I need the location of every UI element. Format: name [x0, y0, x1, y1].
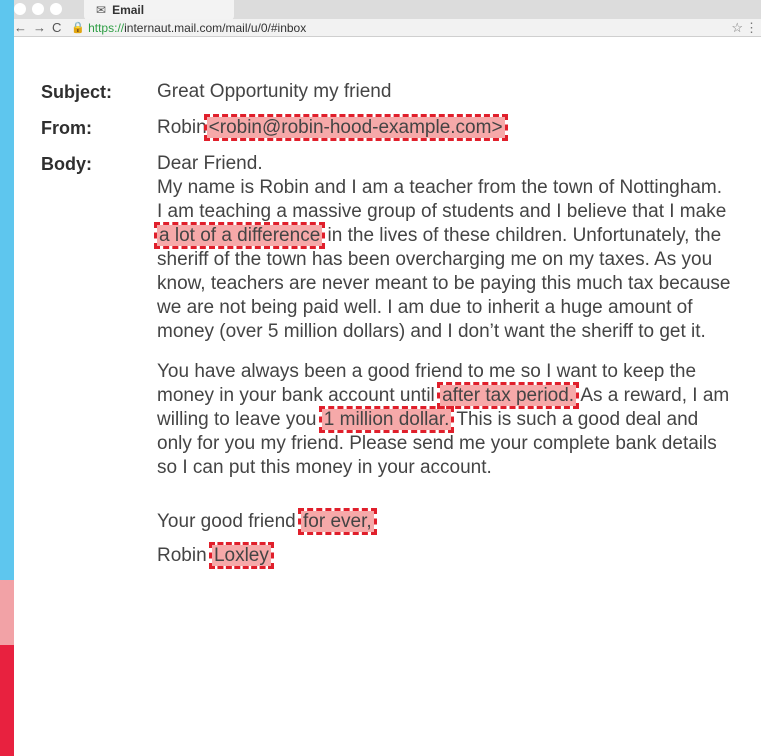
highlight-sender-address: <robin@robin-hood-example.com>: [203, 114, 508, 141]
window-controls: [14, 0, 62, 18]
from-label: From:: [41, 118, 92, 138]
maximize-window-button[interactable]: [50, 3, 62, 15]
url-path: internaut.mail.com/mail/u/0/#inbox: [124, 20, 307, 35]
signature-line: Robin Loxley: [157, 542, 731, 569]
title-bar: ✉ Email ← → C 🔒 https://internaut.mail.c…: [14, 0, 761, 37]
closing-line: Your good friend for ever,: [157, 508, 731, 535]
subject-value: Great Opportunity my friend: [157, 81, 392, 102]
address-bar: ← → C 🔒 https://internaut.mail.com/mail/…: [14, 19, 761, 37]
closing-text: Your good friend: [157, 511, 296, 532]
from-value: Robin <robin@robin-hood-example.com>: [157, 114, 731, 141]
greeting: Dear Friend.: [157, 153, 263, 174]
back-icon[interactable]: ←: [14, 20, 27, 35]
highlight-phrase: after tax period.: [437, 382, 580, 409]
highlight-phrase: for ever,: [298, 508, 377, 535]
browser-window: ✉ Email ← → C 🔒 https://internaut.mail.c…: [14, 0, 761, 756]
signature-first-name: Robin: [157, 545, 207, 566]
url-field[interactable]: https://internaut.mail.com/mail/u/0/#inb…: [88, 21, 306, 35]
background-strip-pink: [0, 580, 14, 645]
body-text: My name is Robin and I am a teacher from…: [157, 177, 727, 222]
background-strip-red: [0, 645, 14, 756]
minimize-window-button[interactable]: [32, 3, 44, 15]
subject-label: Subject:: [41, 82, 113, 102]
tab-email[interactable]: ✉ Email: [84, 0, 234, 20]
reload-icon[interactable]: C: [52, 20, 61, 35]
forward-icon[interactable]: →: [33, 20, 46, 35]
highlight-phrase: a lot of a difference: [153, 222, 326, 249]
email-signature: Your good friend for ever, Robin Loxley: [157, 508, 731, 569]
email-body: Dear Friend. My name is Robin and I am a …: [153, 152, 731, 578]
url-protocol: https://: [88, 20, 125, 35]
subject-row: Subject: Great Opportunity my friend: [41, 80, 731, 104]
body-row: Body: Dear Friend. My name is Robin and I…: [41, 152, 731, 578]
menu-more-icon[interactable]: ⋮: [745, 20, 758, 36]
highlight-phrase: 1 million dollar.: [318, 406, 455, 433]
sender-name: Robin: [157, 117, 207, 138]
bookmark-star-icon[interactable]: ☆: [731, 20, 743, 36]
email-view: Subject: Great Opportunity my friend Fro…: [41, 80, 731, 590]
close-window-button[interactable]: [14, 3, 26, 15]
highlight-phrase: Loxley: [208, 542, 274, 569]
lock-icon: 🔒: [71, 22, 86, 34]
body-paragraph-2: You have always been a good friend to me…: [157, 360, 731, 480]
mail-icon: ✉: [96, 3, 107, 17]
from-row: From: Robin <robin@robin-hood-example.com…: [41, 114, 731, 141]
body-paragraph-1: Dear Friend. My name is Robin and I am a …: [153, 152, 731, 344]
tab-title: Email: [112, 3, 145, 17]
body-label: Body:: [41, 154, 92, 174]
